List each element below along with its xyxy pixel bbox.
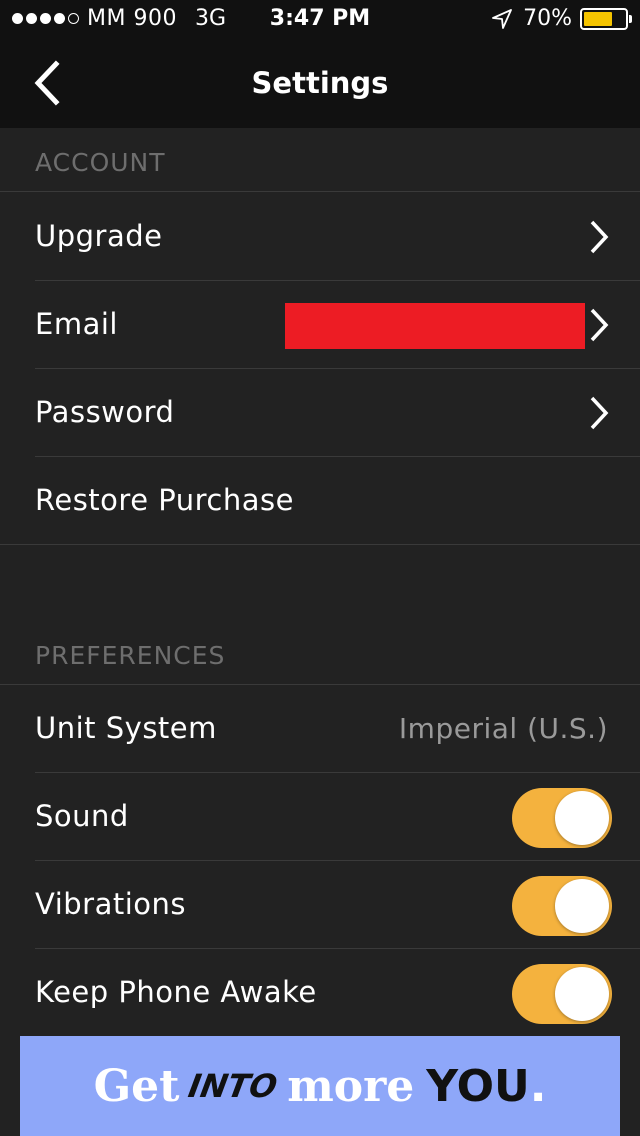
- chevron-right-icon: [590, 308, 609, 342]
- status-bar: MM 900 3G 3:47 PM 70%: [0, 0, 640, 40]
- settings-row-vibrations: Vibrations: [0, 861, 640, 949]
- row-label: Sound: [35, 799, 129, 833]
- settings-row-email[interactable]: Email: [0, 281, 640, 369]
- settings-row-password[interactable]: Password: [0, 369, 640, 457]
- ad-punctuation: .: [529, 1060, 547, 1112]
- redacted-email-value: [285, 303, 585, 349]
- row-label: Unit System: [35, 711, 217, 745]
- row-label: Restore Purchase: [35, 483, 294, 517]
- ad-word: Get: [93, 1060, 180, 1112]
- row-label: Keep Phone Awake: [35, 975, 317, 1009]
- page-title: Settings: [251, 66, 389, 100]
- battery-percent: 70%: [523, 6, 572, 31]
- settings-row-sound: Sound: [0, 773, 640, 861]
- settings-row-upgrade[interactable]: Upgrade: [0, 193, 640, 281]
- ad-word-into: INTO: [186, 1067, 281, 1105]
- unit-system-value: Imperial (U.S.): [398, 712, 608, 745]
- vibrations-toggle[interactable]: [512, 876, 612, 936]
- chevron-right-icon: [590, 220, 609, 254]
- ad-banner[interactable]: Get INTO more YOU .: [20, 1036, 620, 1136]
- navigation-bar: Settings: [0, 40, 640, 128]
- sound-toggle[interactable]: [512, 788, 612, 848]
- keep-phone-awake-toggle[interactable]: [512, 964, 612, 1024]
- settings-row-unit-system[interactable]: Unit System Imperial (U.S.): [0, 685, 640, 773]
- settings-row-restore-purchase[interactable]: Restore Purchase: [0, 457, 640, 545]
- section-header-label: ACCOUNT: [35, 148, 166, 177]
- row-label: Upgrade: [35, 219, 163, 253]
- ad-word: more: [287, 1060, 415, 1112]
- row-label: Email: [35, 307, 118, 341]
- location-arrow-icon: [492, 8, 512, 29]
- battery-icon: [580, 7, 632, 30]
- section-header-account: ACCOUNT: [0, 128, 640, 192]
- chevron-right-icon: [590, 396, 609, 430]
- row-label: Vibrations: [35, 887, 187, 921]
- settings-row-keep-phone-awake: Keep Phone Awake: [0, 949, 640, 1037]
- row-label: Password: [35, 395, 175, 429]
- section-header-label: PREFERENCES: [35, 641, 226, 670]
- section-header-preferences: PREFERENCES: [0, 621, 640, 685]
- ad-word-you: YOU: [426, 1060, 530, 1112]
